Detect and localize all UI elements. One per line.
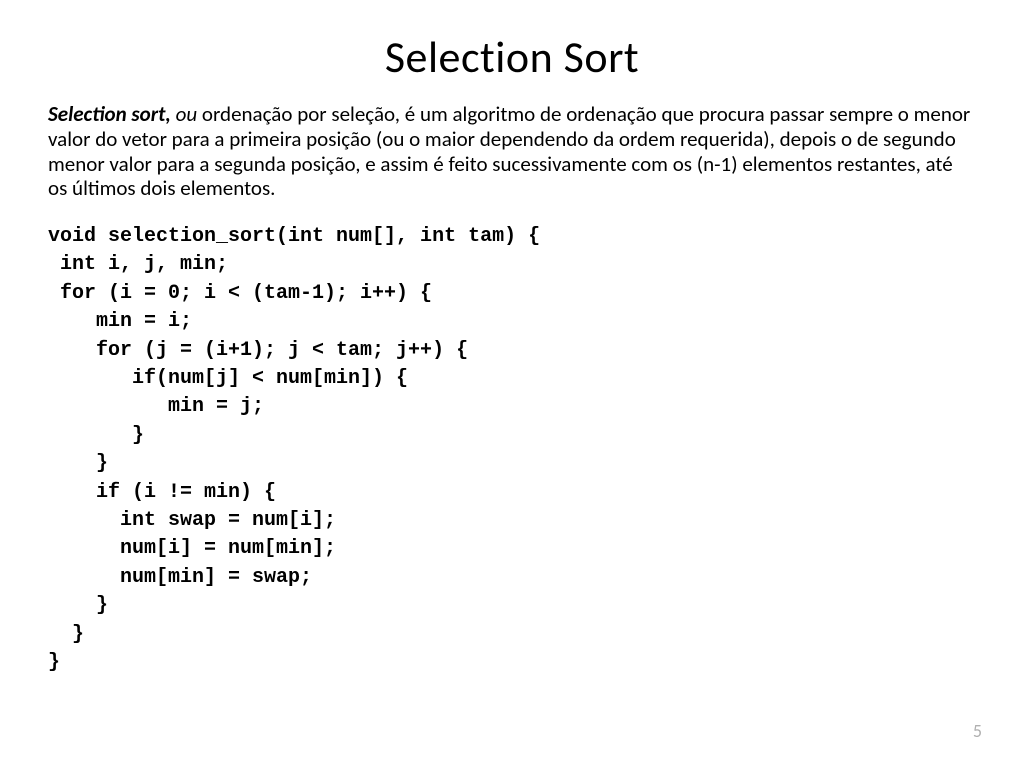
page-number: 5 [973,720,982,742]
description-lead-bold: Selection sort, [48,101,171,127]
slide-description: Selection sort, ou ordenação por seleção… [48,102,976,201]
description-lead-italic: ou [171,101,202,127]
code-block: void selection_sort(int num[], int tam) … [48,223,976,677]
slide-container: Selection Sort Selection sort, ou ordena… [0,0,1024,768]
slide-title: Selection Sort [48,30,976,84]
